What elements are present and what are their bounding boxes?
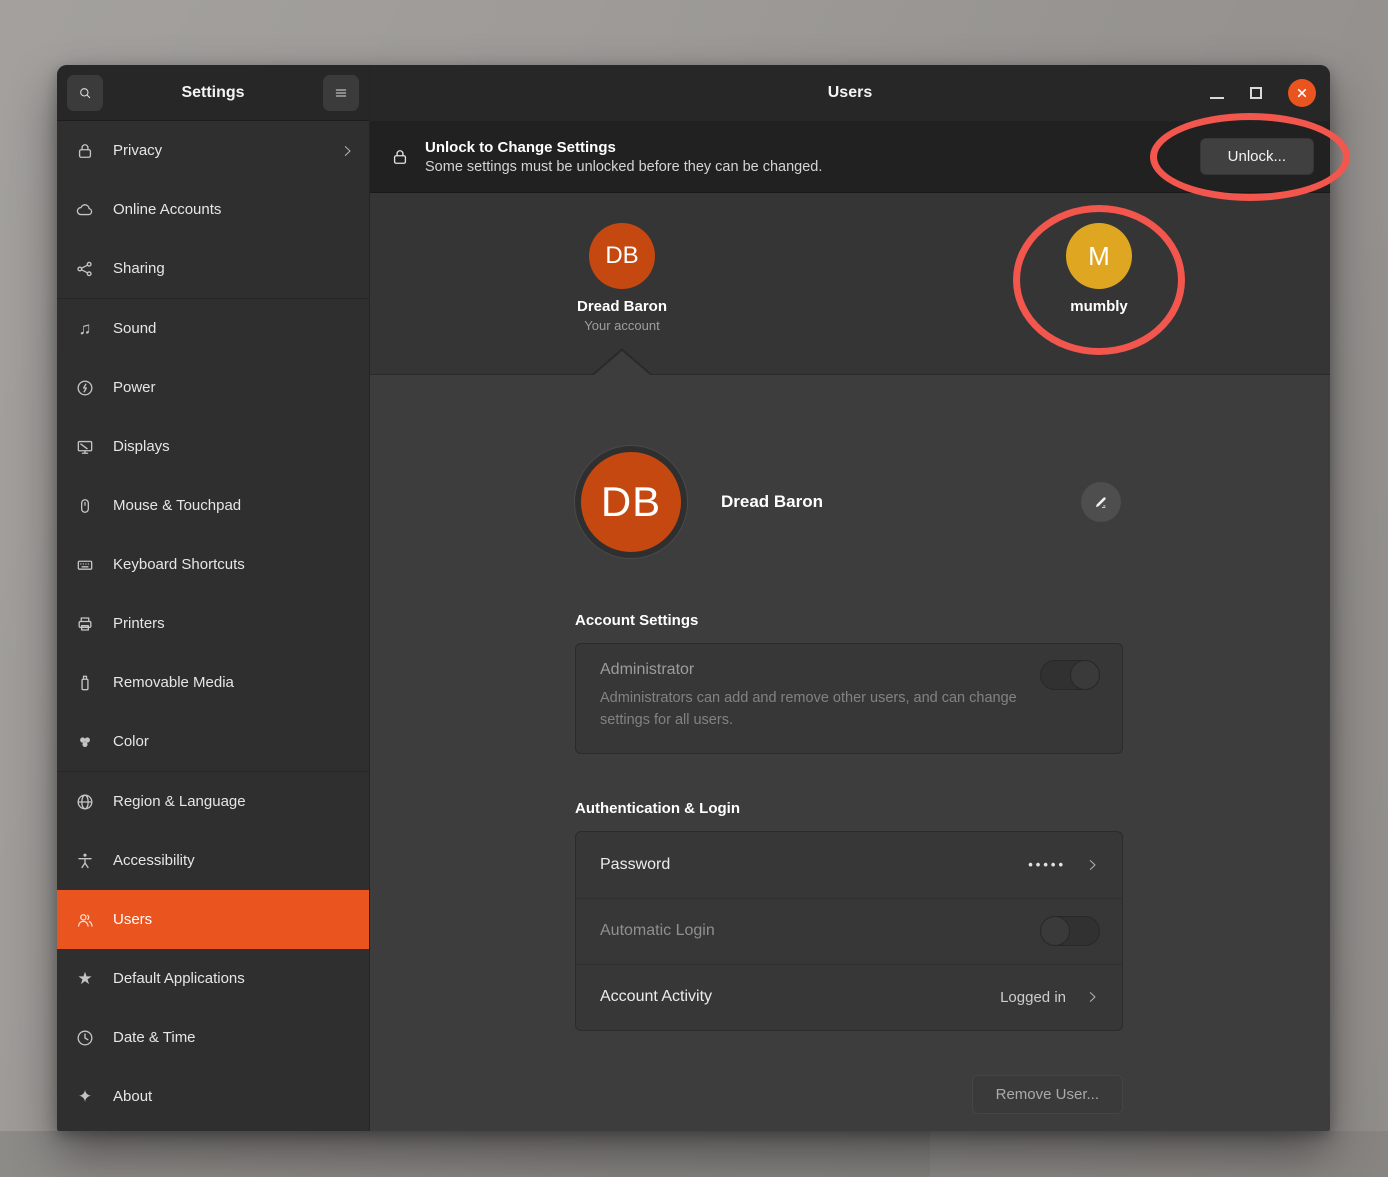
sidebar-item-mouse-touchpad[interactable]: Mouse & Touchpad: [57, 476, 369, 535]
globe-icon: [73, 790, 97, 814]
unlock-banner-text: Unlock to Change Settings Some settings …: [425, 139, 822, 175]
accessibility-icon: [73, 849, 97, 873]
unlock-banner-title: Unlock to Change Settings: [425, 139, 822, 156]
user-subtitle: Your account: [562, 318, 682, 333]
sidebar-item-privacy[interactable]: Privacy: [57, 121, 369, 180]
close-icon: [1294, 85, 1310, 101]
avatar: DB: [589, 223, 655, 289]
printer-icon: [73, 612, 97, 636]
music-note-icon: ♫: [73, 317, 97, 341]
sidebar-item-sharing[interactable]: Sharing: [57, 239, 369, 298]
sidebar-item-sound[interactable]: ♫ Sound: [57, 299, 369, 358]
page-title: Users: [828, 84, 872, 102]
user-carousel: DB Dread Baron Your account M mumbly: [370, 193, 1330, 375]
user-card-mumbly[interactable]: M mumbly: [1039, 223, 1159, 315]
minimize-icon[interactable]: [1210, 97, 1224, 99]
menu-button[interactable]: [323, 75, 359, 111]
automatic-login-toggle: [1040, 916, 1100, 946]
sidebar-list: Privacy Online Accounts Sharing ♫ Sound …: [57, 121, 369, 1131]
maximize-icon[interactable]: [1250, 87, 1262, 99]
lock-icon: [73, 139, 97, 163]
sidebar-header: Settings: [57, 65, 369, 121]
chevron-right-icon: [1084, 857, 1100, 873]
remove-user-button: Remove User...: [972, 1075, 1123, 1114]
sidebar: Settings Privacy Online Accounts Sharing…: [57, 65, 370, 1131]
user-name: mumbly: [1039, 298, 1159, 315]
account-settings-heading: Account Settings: [575, 612, 1123, 629]
window-controls: [1210, 65, 1316, 121]
sidebar-item-power[interactable]: Power: [57, 358, 369, 417]
chevron-right-icon: [1084, 989, 1100, 1005]
auth-login-card: Password ••••• Automatic Login Account A…: [575, 831, 1123, 1031]
sidebar-item-users[interactable]: Users: [57, 890, 369, 949]
sidebar-item-printers[interactable]: Printers: [57, 594, 369, 653]
sidebar-item-color[interactable]: Color: [57, 712, 369, 771]
star-icon: ★: [73, 967, 97, 991]
titlebar: Users: [370, 65, 1330, 121]
desktop-bottom-band-light: [930, 1131, 1388, 1177]
main-pane: Users Unlock to Change Settings Some set…: [370, 65, 1330, 1131]
user-detail-panel: DB Dread Baron Account Settings Administ…: [370, 375, 1330, 1131]
chevron-right-icon: [339, 143, 355, 159]
sidebar-item-default-applications[interactable]: ★ Default Applications: [57, 949, 369, 1008]
administrator-description: Administrators can add and remove other …: [600, 688, 1030, 732]
users-icon: [73, 908, 97, 932]
auth-login-heading: Authentication & Login: [575, 800, 1123, 817]
sidebar-item-date-time[interactable]: Date & Time: [57, 1008, 369, 1067]
share-icon: [73, 257, 97, 281]
power-icon: [73, 376, 97, 400]
sparkle-icon: ✦: [73, 1085, 97, 1109]
usb-drive-icon: [73, 671, 97, 695]
sidebar-item-region-language[interactable]: Region & Language: [57, 772, 369, 831]
display-icon: [73, 435, 97, 459]
unlock-banner: Unlock to Change Settings Some settings …: [370, 121, 1330, 193]
settings-window: Settings Privacy Online Accounts Sharing…: [57, 65, 1330, 1131]
sidebar-item-keyboard-shortcuts[interactable]: Keyboard Shortcuts: [57, 535, 369, 594]
color-circles-icon: [73, 730, 97, 754]
administrator-row: Administrator Administrators can add and…: [576, 644, 1122, 753]
sidebar-item-displays[interactable]: Displays: [57, 417, 369, 476]
sidebar-item-online-accounts[interactable]: Online Accounts: [57, 180, 369, 239]
avatar: M: [1066, 223, 1132, 289]
automatic-login-row: Automatic Login: [576, 898, 1122, 964]
mouse-icon: [73, 494, 97, 518]
password-row[interactable]: Password •••••: [576, 832, 1122, 898]
lock-icon: [390, 147, 410, 167]
user-card-dread-baron[interactable]: DB Dread Baron Your account: [562, 223, 682, 333]
user-name: Dread Baron: [562, 298, 682, 315]
administrator-label: Administrator: [600, 661, 1100, 679]
cloud-icon: [73, 198, 97, 222]
desktop-bottom-band: [0, 1131, 1388, 1177]
app-title: Settings: [103, 84, 323, 102]
profile-name: Dread Baron: [721, 492, 823, 512]
sidebar-item-accessibility[interactable]: Accessibility: [57, 831, 369, 890]
pencil-icon: [1093, 494, 1109, 510]
hamburger-icon: [333, 85, 349, 101]
clock-icon: [73, 1026, 97, 1050]
account-settings-card: Administrator Administrators can add and…: [575, 643, 1123, 754]
profile-header: DB Dread Baron: [575, 438, 1123, 566]
edit-name-button[interactable]: [1081, 482, 1121, 522]
unlock-button[interactable]: Unlock...: [1200, 138, 1314, 175]
sidebar-item-removable-media[interactable]: Removable Media: [57, 653, 369, 712]
desktop-background: { "colors": { "accent": "#E9541F", "anno…: [0, 0, 1388, 1177]
sidebar-item-about[interactable]: ✦ About: [57, 1067, 369, 1126]
account-activity-row[interactable]: Account Activity Logged in: [576, 964, 1122, 1030]
profile-avatar[interactable]: DB: [575, 446, 687, 558]
close-button[interactable]: [1288, 79, 1316, 107]
keyboard-icon: [73, 553, 97, 577]
search-button[interactable]: [67, 75, 103, 111]
administrator-toggle: [1040, 660, 1100, 690]
search-icon: [77, 85, 93, 101]
unlock-banner-subtitle: Some settings must be unlocked before th…: [425, 159, 822, 175]
